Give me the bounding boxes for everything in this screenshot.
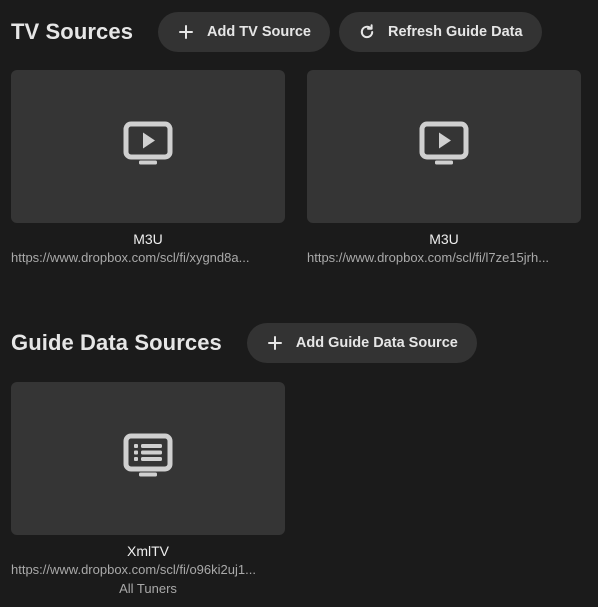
guide-source-card-xmltv[interactable]: XmlTV https://www.dropbox.com/scl/fi/o96… — [11, 382, 285, 596]
add-tv-source-label: Add TV Source — [207, 24, 311, 40]
tv-source-card-m3u-1[interactable]: M3U https://www.dropbox.com/scl/fi/xygnd… — [11, 70, 285, 265]
tv-sources-title: TV Sources — [11, 19, 134, 44]
refresh-icon — [358, 23, 376, 41]
tv-source-thumbnail — [307, 70, 581, 223]
tv-source-card-m3u-2[interactable]: M3U https://www.dropbox.com/scl/fi/l7ze1… — [307, 70, 581, 265]
card-url: https://www.dropbox.com/scl/fi/l7ze15jrh… — [307, 250, 550, 265]
guide-source-thumbnail — [11, 382, 285, 535]
refresh-guide-data-button[interactable]: Refresh Guide Data — [338, 12, 542, 52]
guide-sources-title: Guide Data Sources — [11, 330, 222, 355]
plus-icon — [266, 334, 284, 352]
add-guide-data-source-label: Add Guide Data Source — [295, 335, 458, 351]
plus-icon — [177, 23, 195, 41]
add-guide-data-source-button[interactable]: Add Guide Data Source — [246, 323, 477, 363]
tv-play-icon — [419, 121, 469, 172]
refresh-guide-data-label: Refresh Guide Data — [387, 24, 523, 40]
card-url: https://www.dropbox.com/scl/fi/o96ki2uj1… — [11, 562, 256, 577]
guide-sources-header: Guide Data Sources Add Guide Data Source — [11, 323, 477, 363]
card-title: M3U — [429, 231, 459, 247]
card-url: https://www.dropbox.com/scl/fi/xygnd8a..… — [11, 250, 250, 265]
tv-sources-page: TV Sources Add TV Source Refresh Guide D… — [0, 0, 598, 607]
tv-source-thumbnail — [11, 70, 285, 223]
card-title: M3U — [133, 231, 163, 247]
guide-list-icon — [123, 433, 173, 484]
tv-play-icon — [123, 121, 173, 172]
tv-sources-header: TV Sources Add TV Source Refresh Guide D… — [11, 12, 542, 52]
card-tuners-label: All Tuners — [119, 581, 177, 596]
card-title: XmlTV — [127, 543, 169, 559]
add-tv-source-button[interactable]: Add TV Source — [158, 12, 330, 52]
